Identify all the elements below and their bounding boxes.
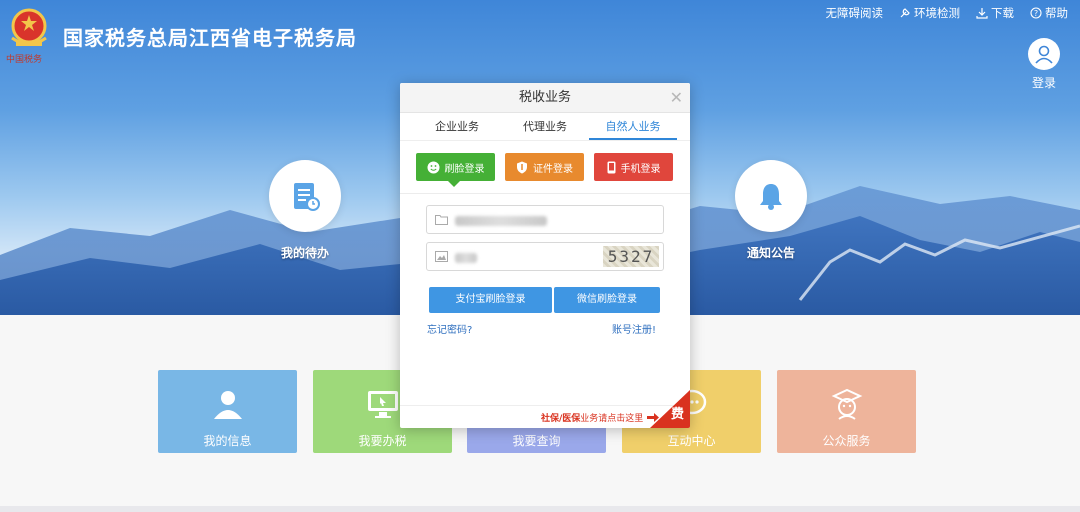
login-label: 登录 — [1031, 76, 1056, 90]
user-icon — [158, 384, 297, 424]
social-insurance-link[interactable]: 社保/医保业务请点击这里 — [541, 411, 660, 424]
folder-icon — [435, 215, 448, 225]
tile-query-label: 我要查询 — [512, 434, 561, 448]
tile-my-info-label: 我的信息 — [203, 434, 252, 448]
social-insurance-text: 业务请点击这里 — [580, 414, 644, 424]
fee-corner-label: 费 — [670, 407, 684, 422]
phone-icon — [607, 161, 615, 173]
account-input[interactable] — [426, 205, 664, 234]
env-check-label: 环境检测 — [914, 6, 960, 20]
fee-corner-badge[interactable]: 费 — [650, 390, 690, 428]
captcha-image[interactable]: 5327 — [603, 246, 659, 267]
dialog-header: 税收业务 ✕ — [400, 83, 690, 113]
tax-business-dialog: 税收业务 ✕ 企业业务 代理业务 自然人业务 刷脸登录 证件登录 手机登录 53… — [400, 83, 690, 428]
smile-icon — [427, 161, 439, 173]
tile-do-tax-label: 我要办税 — [358, 434, 407, 448]
env-check-link[interactable]: 环境检测 — [899, 5, 960, 21]
certificate-login-button[interactable]: 证件登录 — [505, 153, 584, 181]
help-icon: ? — [1030, 7, 1042, 19]
face-login-label: 刷脸登录 — [444, 163, 485, 175]
top-links: 无障碍阅读 环境检测 下载 ? 帮助 — [826, 5, 1069, 21]
tile-interaction-label: 互动中心 — [667, 434, 716, 448]
captcha-input[interactable]: 5327 — [426, 242, 664, 271]
divider — [400, 193, 690, 194]
login-button[interactable]: 登录 — [1026, 38, 1062, 91]
accessibility-link[interactable]: 无障碍阅读 — [826, 5, 884, 21]
tile-my-info[interactable]: 我的信息 — [158, 370, 297, 453]
tile-public-service-label: 公众服务 — [822, 434, 871, 448]
certificate-login-label: 证件登录 — [533, 163, 573, 175]
avatar-icon — [1028, 38, 1060, 70]
dialog-title: 税收业务 — [518, 90, 571, 105]
masked-account-value — [455, 216, 547, 226]
svg-text:?: ? — [1034, 9, 1038, 18]
accessibility-label: 无障碍阅读 — [825, 6, 884, 20]
forgot-password-link[interactable]: 忘记密码? — [427, 321, 472, 336]
notice-label: 通知公告 — [746, 246, 795, 260]
register-link[interactable]: 账号注册! — [612, 321, 656, 336]
document-clock-icon — [269, 160, 341, 232]
dialog-footer-divider — [400, 405, 690, 406]
download-label: 下载 — [991, 6, 1014, 20]
graduate-icon — [777, 384, 916, 424]
logo-text: 中国税务 — [6, 55, 43, 65]
bell-icon — [735, 160, 807, 232]
social-insurance-highlight: 社保/医保 — [541, 414, 581, 424]
phone-login-label: 手机登录 — [620, 163, 661, 175]
login-mode-selector: 刷脸登录 证件登录 手机登录 — [400, 153, 690, 187]
tab-individual[interactable]: 自然人业务 — [589, 113, 677, 140]
top-bar: 中国税务 国家税务总局江西省电子税务局 无障碍阅读 环境检测 下载 ? 帮助 登… — [0, 0, 1080, 90]
site-title: 国家税务总局江西省电子税务局 — [63, 26, 357, 50]
help-link[interactable]: ? 帮助 — [1030, 5, 1068, 21]
help-label: 帮助 — [1045, 6, 1068, 20]
notice-button[interactable]: 通知公告 — [735, 160, 807, 261]
download-icon — [976, 8, 988, 19]
wechat-face-login-button[interactable]: 微信刷脸登录 — [554, 287, 660, 313]
business-tabs: 企业业务 代理业务 自然人业务 — [400, 113, 690, 141]
alipay-face-login-button[interactable]: 支付宝刷脸登录 — [429, 287, 552, 313]
wrench-icon — [900, 8, 910, 18]
close-icon[interactable]: ✕ — [670, 83, 683, 113]
masked-captcha-value — [455, 253, 477, 263]
phone-login-button[interactable]: 手机登录 — [594, 153, 673, 181]
bottom-divider — [0, 506, 1080, 512]
download-link[interactable]: 下载 — [976, 5, 1014, 21]
my-todo-button[interactable]: 我的待办 — [269, 160, 341, 261]
tile-public-service[interactable]: 公众服务 — [777, 370, 916, 453]
image-icon — [435, 251, 448, 262]
tab-agent[interactable]: 代理业务 — [501, 113, 589, 140]
my-todo-label: 我的待办 — [280, 246, 329, 260]
face-login-button[interactable]: 刷脸登录 — [416, 153, 495, 187]
tab-enterprise[interactable]: 企业业务 — [413, 113, 501, 140]
shield-icon — [517, 161, 527, 173]
